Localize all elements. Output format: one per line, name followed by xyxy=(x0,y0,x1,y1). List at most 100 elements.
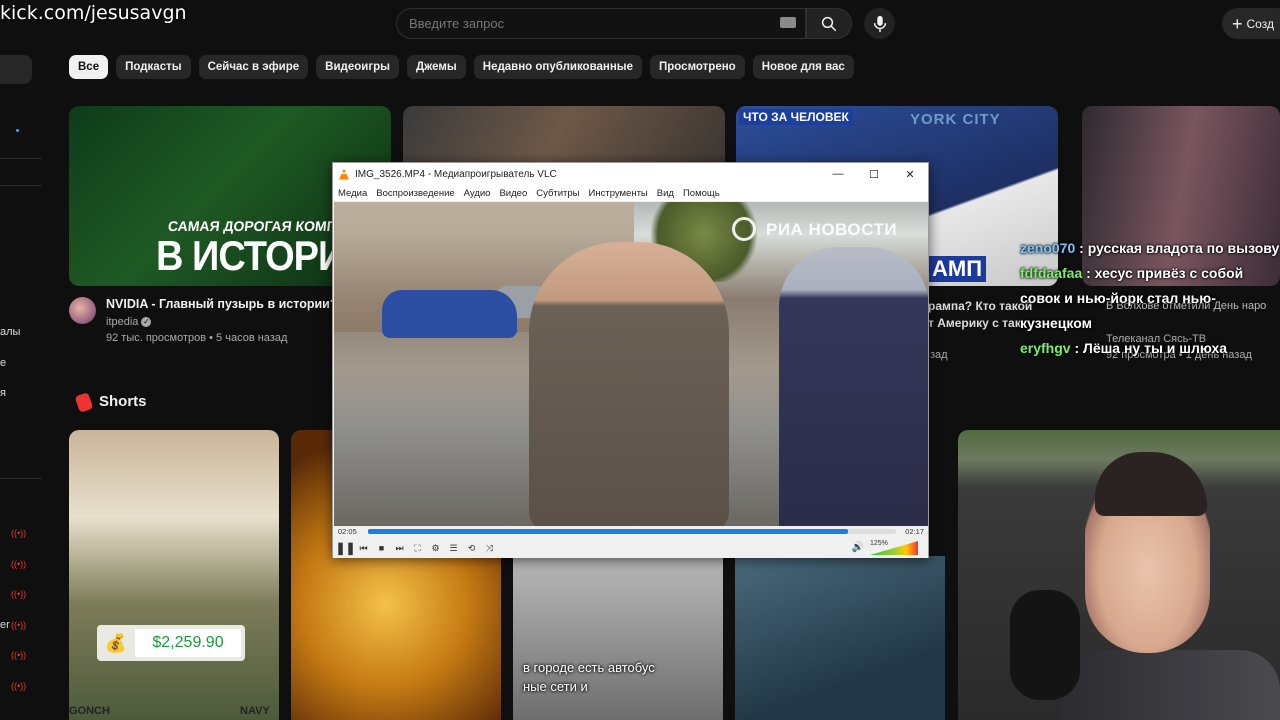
chip-new-for-you[interactable]: Новое для вас xyxy=(752,55,854,79)
extended-settings-icon[interactable]: ⚙ xyxy=(429,542,442,555)
sidebar-selected-item[interactable] xyxy=(0,55,32,84)
volume-slider[interactable]: 125% xyxy=(870,540,918,555)
chip-jams[interactable]: Джемы xyxy=(406,55,466,79)
short-caption-line: в городе есть автобус xyxy=(523,660,655,675)
shorts-heading: Shorts xyxy=(99,393,147,410)
previous-icon[interactable]: ⏮ xyxy=(357,542,370,555)
video-title-fragment[interactable]: рампа? Кто такой т Америку с так xyxy=(928,298,1032,332)
playlist-icon[interactable]: ☰ xyxy=(447,542,460,555)
vlc-window[interactable]: IMG_3526.MP4 - Медиапроигрыватель VLC — … xyxy=(332,162,929,558)
chat-username: fdfdaafaa xyxy=(1020,265,1083,281)
chat-message: fdfdaafaa : хесус привёз с собой совок и… xyxy=(1020,261,1280,336)
vlc-video-area[interactable]: РИА НОВОСТИ xyxy=(334,202,928,526)
minimize-button[interactable]: — xyxy=(820,163,856,185)
search-icon xyxy=(821,16,837,31)
video-title-line: рампа? Кто такой xyxy=(928,299,1033,313)
stream-chat-overlay: zeno070 : русская влaдота по вызову fdfd… xyxy=(1020,236,1280,361)
money-bag-icon: 💰 xyxy=(104,632,128,653)
menu-video[interactable]: Видео xyxy=(499,188,527,199)
stop-icon[interactable]: ■ xyxy=(375,542,388,555)
short-caption-line: ные сети и xyxy=(523,679,588,694)
vlc-window-title: IMG_3526.MP4 - Медиапроигрыватель VLC xyxy=(355,168,557,180)
price-value: $2,259.90 xyxy=(135,629,241,657)
uniform-text: GONCH xyxy=(69,705,110,717)
channel-avatar[interactable] xyxy=(69,297,96,324)
thumbnail-caption: YORK CITY xyxy=(910,111,1001,128)
maximize-button[interactable]: ☐ xyxy=(856,163,892,185)
search-box[interactable] xyxy=(396,8,806,39)
stream-url-overlay: kick.com/jesusavgn xyxy=(0,2,187,24)
seek-track[interactable] xyxy=(368,529,896,534)
video-person xyxy=(779,247,928,526)
window-controls: — ☐ ✕ xyxy=(820,163,928,185)
filter-chips: Все Подкасты Сейчас в эфире Видеоигры Дж… xyxy=(69,55,854,79)
loop-icon[interactable]: ⟲ xyxy=(465,542,478,555)
chip-all[interactable]: Все xyxy=(69,55,109,79)
chip-live[interactable]: Сейчас в эфире xyxy=(198,55,309,79)
chip-recently-uploaded[interactable]: Недавно опубликованные xyxy=(473,55,643,79)
current-time: 02:05 xyxy=(338,527,357,536)
sidebar-divider xyxy=(0,158,42,159)
channel-name[interactable]: itpedia ✓ xyxy=(106,316,152,328)
chip-watched[interactable]: Просмотрено xyxy=(650,55,745,79)
vlc-cone-icon xyxy=(339,168,349,180)
vlc-seek-bar[interactable]: 02:05 02:17 xyxy=(333,526,928,538)
short-thumbnail[interactable] xyxy=(735,556,945,720)
live-icon[interactable]: ((•)) xyxy=(11,560,26,569)
thumbnail-caption: ЧТО ЗА ЧЕЛОВЕК xyxy=(739,109,853,125)
voice-search-button[interactable] xyxy=(864,8,895,39)
vlc-controls: ❚❚ ⏮ ■ ⏭ ⛶ ⚙ ☰ ⟲ ⤨ 125% 🔊 xyxy=(333,538,928,558)
uniform-text: NAVY xyxy=(240,705,270,717)
live-icon[interactable]: ((•)) xyxy=(11,529,26,538)
short-thumbnail[interactable] xyxy=(69,430,279,720)
sidebar-item-label[interactable]: алы xyxy=(0,326,20,338)
webcam-person-shirt xyxy=(1060,650,1280,720)
sidebar-item-label[interactable]: er xyxy=(0,619,10,631)
live-icon[interactable]: ((•)) xyxy=(11,651,26,660)
menu-tools[interactable]: Инструменты xyxy=(589,188,648,199)
search-input[interactable] xyxy=(409,16,769,31)
create-label: Созд xyxy=(1246,16,1274,31)
volume-icon[interactable]: 🔊 xyxy=(852,542,864,553)
live-icon[interactable]: ((•)) xyxy=(11,682,26,691)
menu-media[interactable]: Медиа xyxy=(338,188,367,199)
ria-logo-icon xyxy=(732,217,756,241)
vlc-title-bar[interactable]: IMG_3526.MP4 - Медиапроигрыватель VLC — … xyxy=(333,163,928,185)
live-icon[interactable]: ((•)) xyxy=(11,621,26,630)
menu-audio[interactable]: Аудио xyxy=(464,188,491,199)
fullscreen-icon[interactable]: ⛶ xyxy=(411,542,424,555)
keyboard-icon[interactable] xyxy=(780,17,796,28)
chip-podcasts[interactable]: Подкасты xyxy=(116,55,191,79)
shuffle-icon[interactable]: ⤨ xyxy=(483,542,496,555)
menu-view[interactable]: Вид xyxy=(657,188,674,199)
pause-icon[interactable]: ❚❚ xyxy=(335,541,355,555)
sidebar-item-label[interactable]: я xyxy=(0,387,6,399)
next-icon[interactable]: ⏭ xyxy=(393,542,406,555)
create-button[interactable]: + Созд xyxy=(1222,8,1280,39)
short-caption: в городе есть автобус ные сети и xyxy=(523,658,655,696)
sidebar-item-label[interactable]: е xyxy=(0,357,6,369)
menu-help[interactable]: Помощь xyxy=(683,188,720,199)
chat-text: : русская влaдота по вызову xyxy=(1075,240,1280,256)
microphone-icon xyxy=(873,15,886,32)
verified-icon: ✓ xyxy=(141,317,152,328)
menu-subtitles[interactable]: Субтитры xyxy=(536,188,579,199)
video-person xyxy=(529,242,729,526)
video-title[interactable]: NVIDIA - Главный пузырь в истории? xyxy=(106,297,337,311)
video-car xyxy=(382,290,517,338)
vlc-menu-bar: Медиа Воспроизведение Аудио Видео Субтит… xyxy=(333,185,928,201)
price-card: 💰 $2,259.90 xyxy=(97,625,245,661)
chip-video-games[interactable]: Видеоигры xyxy=(316,55,399,79)
channel-name-text: itpedia xyxy=(106,316,139,328)
search-button[interactable] xyxy=(806,8,852,39)
close-button[interactable]: ✕ xyxy=(892,163,928,185)
video-title-line: т Америку с так xyxy=(928,316,1021,330)
seek-progress xyxy=(368,529,849,534)
live-icon[interactable]: ((•)) xyxy=(11,590,26,599)
chat-username: zeno070 xyxy=(1020,240,1076,256)
chat-text: : Лёша ну ты и шлюха xyxy=(1070,340,1228,356)
thumbnail-caption: АМП xyxy=(928,256,987,282)
plus-icon: + xyxy=(1232,13,1243,34)
menu-playback[interactable]: Воспроизведение xyxy=(376,188,454,199)
notification-dot xyxy=(16,129,19,132)
